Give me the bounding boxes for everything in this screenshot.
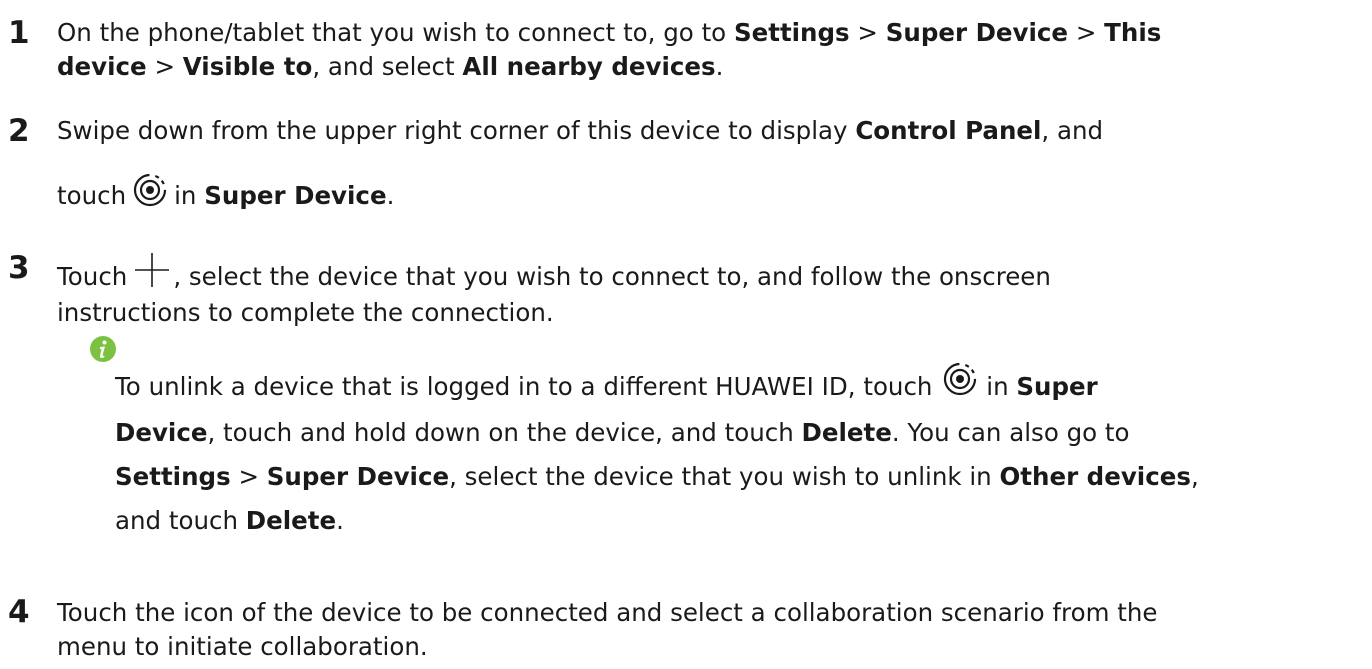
step-number: 3 bbox=[8, 250, 30, 286]
step-text: Touch the icon of the device to be conne… bbox=[57, 598, 1158, 661]
step-text: On the phone/tablet that you wish to con… bbox=[57, 18, 1162, 81]
step-number: 2 bbox=[8, 113, 30, 149]
step-text: Touch , select the device that you wish … bbox=[57, 253, 1357, 330]
step-text: Swipe down from the upper right corner o… bbox=[57, 116, 1104, 145]
note-text: To unlink a device that is logged in to … bbox=[115, 361, 1355, 543]
super-device-icon bbox=[942, 361, 978, 411]
super-device-icon bbox=[132, 172, 168, 220]
step-number: 1 bbox=[8, 15, 30, 51]
step-text-line2: touch in Super Device. bbox=[57, 172, 1357, 220]
info-icon bbox=[89, 335, 117, 363]
plus-icon bbox=[135, 253, 170, 296]
step-number: 4 bbox=[8, 594, 30, 630]
